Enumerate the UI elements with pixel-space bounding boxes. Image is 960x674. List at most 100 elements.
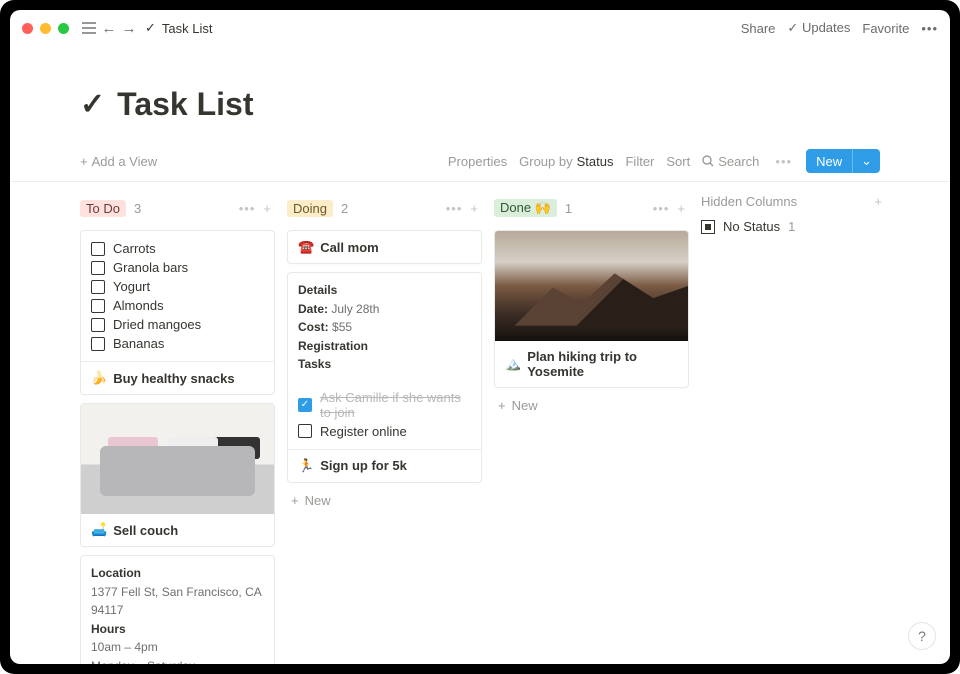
filter-button[interactable]: Filter: [625, 154, 654, 169]
chevron-down-icon[interactable]: ⌄: [852, 149, 880, 173]
checkbox-icon[interactable]: [298, 424, 312, 438]
checkbox-icon[interactable]: [91, 261, 105, 275]
card-buy-snacks[interactable]: Carrots Granola bars Yogurt Almonds Dried ma…: [80, 230, 275, 395]
hidden-columns-heading: Hidden Columns: [701, 194, 797, 209]
tasks-label: Tasks: [298, 355, 471, 374]
search-label: Search: [718, 154, 759, 169]
properties-button[interactable]: Properties: [448, 154, 507, 169]
checklist-row[interactable]: Bananas: [91, 334, 264, 353]
breadcrumb[interactable]: ✓ Task List: [145, 20, 212, 36]
yosemite-image: [495, 231, 688, 341]
couch-icon: 🛋️: [91, 522, 107, 538]
no-status-label: No Status: [723, 219, 780, 234]
minimize-window-icon[interactable]: [40, 23, 51, 34]
favorite-button[interactable]: Favorite: [862, 21, 909, 36]
add-card-button[interactable]: + New: [494, 388, 689, 423]
group-by-value: Status: [577, 154, 614, 169]
share-button[interactable]: Share: [741, 21, 776, 36]
column-add-icon[interactable]: +: [673, 201, 689, 216]
column-done-label[interactable]: Done 🙌: [494, 199, 557, 217]
couch-image: [81, 404, 274, 514]
search-button[interactable]: Search: [702, 154, 759, 169]
checklist-row[interactable]: Carrots: [91, 239, 264, 258]
checklist-row[interactable]: Granola bars: [91, 258, 264, 277]
checkbox-checked-icon[interactable]: ✓: [298, 398, 312, 412]
subtask-label: Ask Camille if she wants to join: [320, 390, 471, 420]
card-title: Sell couch: [113, 523, 178, 538]
group-by-button[interactable]: Group by Status: [519, 154, 613, 169]
date-value: July 28th: [331, 302, 379, 316]
column-todo-count: 3: [134, 201, 141, 216]
new-button[interactable]: New ⌄: [806, 149, 880, 173]
column-add-icon[interactable]: +: [466, 201, 482, 216]
column-doing-label[interactable]: Doing: [287, 200, 333, 217]
sort-button[interactable]: Sort: [666, 154, 690, 169]
checklist-item-label: Bananas: [113, 336, 164, 351]
board-view: To Do 3 ••• + Carrots Granola bars Yogurt A…: [10, 182, 950, 664]
registration-label: Registration: [298, 337, 471, 356]
runner-icon: 🏃: [298, 458, 314, 474]
search-icon: [702, 155, 714, 167]
add-view-button[interactable]: + Add a View: [80, 154, 157, 169]
add-card-button[interactable]: + New: [287, 483, 482, 518]
database-toolbar: + Add a View Properties Group by Status …: [10, 133, 950, 182]
plus-icon: +: [498, 398, 506, 413]
checklist-item-label: Carrots: [113, 241, 156, 256]
checkbox-icon[interactable]: [91, 242, 105, 256]
card-renew-license[interactable]: Location 1377 Fell St, San Francisco, CA…: [80, 555, 275, 664]
column-add-icon[interactable]: +: [259, 201, 275, 216]
card-yosemite[interactable]: 🏔️ Plan hiking trip to Yosemite: [494, 230, 689, 388]
column-more-icon[interactable]: •••: [649, 201, 674, 216]
checklist-row[interactable]: Yogurt: [91, 277, 264, 296]
cost-label: Cost:: [298, 320, 329, 334]
card-sign-up-5k[interactable]: Details Date: July 28th Cost: $55 Regist…: [287, 272, 482, 483]
breadcrumb-title: Task List: [162, 21, 213, 36]
card-sell-couch[interactable]: 🛋️ Sell couch: [80, 403, 275, 547]
nav-back-icon[interactable]: ←: [99, 20, 119, 37]
updates-label: Updates: [802, 20, 850, 35]
view-more-icon[interactable]: •••: [771, 154, 796, 169]
column-doing-count: 2: [341, 201, 348, 216]
card-call-mom[interactable]: ☎️ Call mom: [287, 230, 482, 264]
column-doing: Doing 2 ••• + ☎️ Call mom Details: [287, 194, 482, 518]
help-button[interactable]: ?: [908, 622, 936, 650]
checklist-row[interactable]: Almonds: [91, 296, 264, 315]
add-hidden-column-icon[interactable]: +: [870, 194, 886, 209]
column-todo-label[interactable]: To Do: [80, 200, 126, 217]
group-by-label: Group by: [519, 154, 572, 169]
page-icon[interactable]: ✓: [80, 87, 105, 122]
column-more-icon[interactable]: •••: [235, 201, 260, 216]
close-window-icon[interactable]: [22, 23, 33, 34]
subtask-row[interactable]: Register online: [298, 422, 471, 441]
plus-icon: +: [291, 493, 299, 508]
nav-forward-icon[interactable]: →: [119, 20, 139, 37]
page-title[interactable]: Task List: [117, 86, 253, 123]
add-card-label: New: [305, 493, 331, 508]
updates-button[interactable]: ✓ Updates: [787, 20, 850, 36]
card-title: Call mom: [320, 240, 379, 255]
checklist-item-label: Dried mangoes: [113, 317, 201, 332]
checkbox-icon[interactable]: [91, 337, 105, 351]
hidden-column-no-status[interactable]: No Status 1: [701, 219, 886, 234]
page-header: ✓ Task List: [80, 86, 880, 123]
phone-icon: ☎️: [298, 239, 314, 255]
hours-line-1: 10am – 4pm: [91, 638, 264, 657]
more-menu-icon[interactable]: •••: [921, 21, 938, 36]
zoom-window-icon[interactable]: [58, 23, 69, 34]
column-more-icon[interactable]: •••: [442, 201, 467, 216]
hours-label: Hours: [91, 620, 264, 639]
column-todo: To Do 3 ••• + Carrots Granola bars Yogurt A…: [80, 194, 275, 664]
checklist-item-label: Yogurt: [113, 279, 150, 294]
hidden-columns-section: Hidden Columns + No Status 1: [701, 194, 886, 234]
breadcrumb-icon: ✓: [145, 20, 156, 36]
checklist-item-label: Granola bars: [113, 260, 188, 275]
card-title: Plan hiking trip to Yosemite: [527, 349, 678, 379]
checkbox-icon[interactable]: [91, 299, 105, 313]
location-value: 1377 Fell St, San Francisco, CA 94117: [91, 583, 264, 620]
checkbox-icon[interactable]: [91, 318, 105, 332]
new-button-label: New: [806, 150, 852, 173]
sidebar-toggle-icon[interactable]: [79, 22, 99, 34]
checkbox-icon[interactable]: [91, 280, 105, 294]
checklist-row[interactable]: Dried mangoes: [91, 315, 264, 334]
subtask-row[interactable]: ✓ Ask Camille if she wants to join: [298, 388, 471, 422]
